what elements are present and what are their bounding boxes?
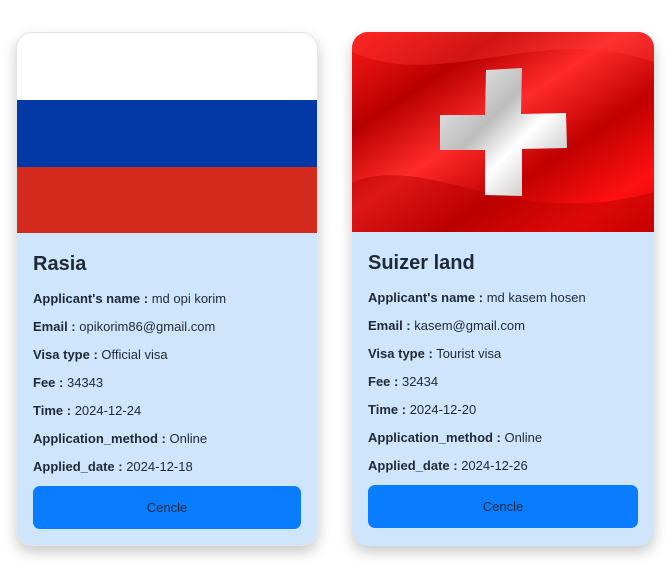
visa-type-label: Visa type : — [368, 346, 433, 361]
fee-label: Fee : — [33, 375, 64, 390]
application-method-value: Online — [169, 431, 208, 446]
card-body: Rasia Applicant's name : md opi korim Em… — [33, 233, 301, 545]
application-method-value: Online — [504, 430, 543, 445]
applied-date-row: Applied_date : 2024-12-18 — [33, 458, 193, 476]
time-label: Time : — [368, 402, 407, 417]
application-method-row: Application_method : Online — [368, 429, 542, 447]
applicant-name-label: Applicant's name : — [33, 291, 149, 306]
fee-row: Fee : 32434 — [368, 373, 438, 391]
visa-type-label: Visa type : — [33, 347, 98, 362]
applied-date-label: Applied_date : — [33, 459, 123, 474]
application-method-label: Application_method : — [368, 430, 501, 445]
applicant-name-value: md kasem hosen — [486, 290, 586, 305]
switzerland-flag-image — [352, 32, 654, 232]
time-row: Time : 2024-12-20 — [368, 401, 476, 419]
card-body: Suizer land Applicant's name : md kasem … — [368, 232, 638, 546]
time-value: 2024-12-24 — [74, 403, 142, 418]
fee-label: Fee : — [368, 374, 399, 389]
applicant-name-row: Applicant's name : md kasem hosen — [368, 289, 586, 307]
application-method-row: Application_method : Online — [33, 430, 207, 448]
fee-row: Fee : 34343 — [33, 374, 103, 392]
fee-value: 34343 — [66, 375, 104, 390]
visa-type-row: Visa type : Tourist visa — [368, 345, 501, 363]
visa-type-value: Tourist visa — [436, 346, 502, 361]
applicant-name-row: Applicant's name : md opi korim — [33, 290, 226, 308]
email-row: Email : kasem@gmail.com — [368, 317, 525, 335]
russia-flag-image — [17, 33, 317, 233]
time-row: Time : 2024-12-24 — [33, 402, 141, 420]
email-label: Email : — [33, 319, 76, 334]
cancel-button[interactable]: Cencle — [368, 485, 638, 528]
country-title: Rasia — [33, 253, 87, 275]
visa-type-row: Visa type : Official visa — [33, 346, 168, 364]
email-value: opikorim86@gmail.com — [79, 319, 216, 334]
email-label: Email : — [368, 318, 411, 333]
cancel-button[interactable]: Cencle — [33, 486, 301, 529]
country-title: Suizer land — [368, 252, 475, 274]
email-row: Email : opikorim86@gmail.com — [33, 318, 215, 336]
time-label: Time : — [33, 403, 72, 418]
applied-date-label: Applied_date : — [368, 458, 458, 473]
visa-type-value: Official visa — [101, 347, 168, 362]
applied-date-row: Applied_date : 2024-12-26 — [368, 457, 528, 475]
applied-date-value: 2024-12-18 — [126, 459, 193, 474]
email-value: kasem@gmail.com — [414, 318, 525, 333]
visa-application-card: Rasia Applicant's name : md opi korim Em… — [16, 32, 318, 546]
time-value: 2024-12-20 — [409, 402, 477, 417]
applicant-name-label: Applicant's name : — [368, 290, 484, 305]
application-method-label: Application_method : — [33, 431, 166, 446]
visa-application-card: Suizer land Applicant's name : md kasem … — [352, 32, 654, 546]
applied-date-value: 2024-12-26 — [461, 458, 528, 473]
visa-cards-grid: Rasia Applicant's name : md opi korim Em… — [0, 0, 667, 564]
applicant-name-value: md opi korim — [151, 291, 227, 306]
fee-value: 32434 — [401, 374, 439, 389]
